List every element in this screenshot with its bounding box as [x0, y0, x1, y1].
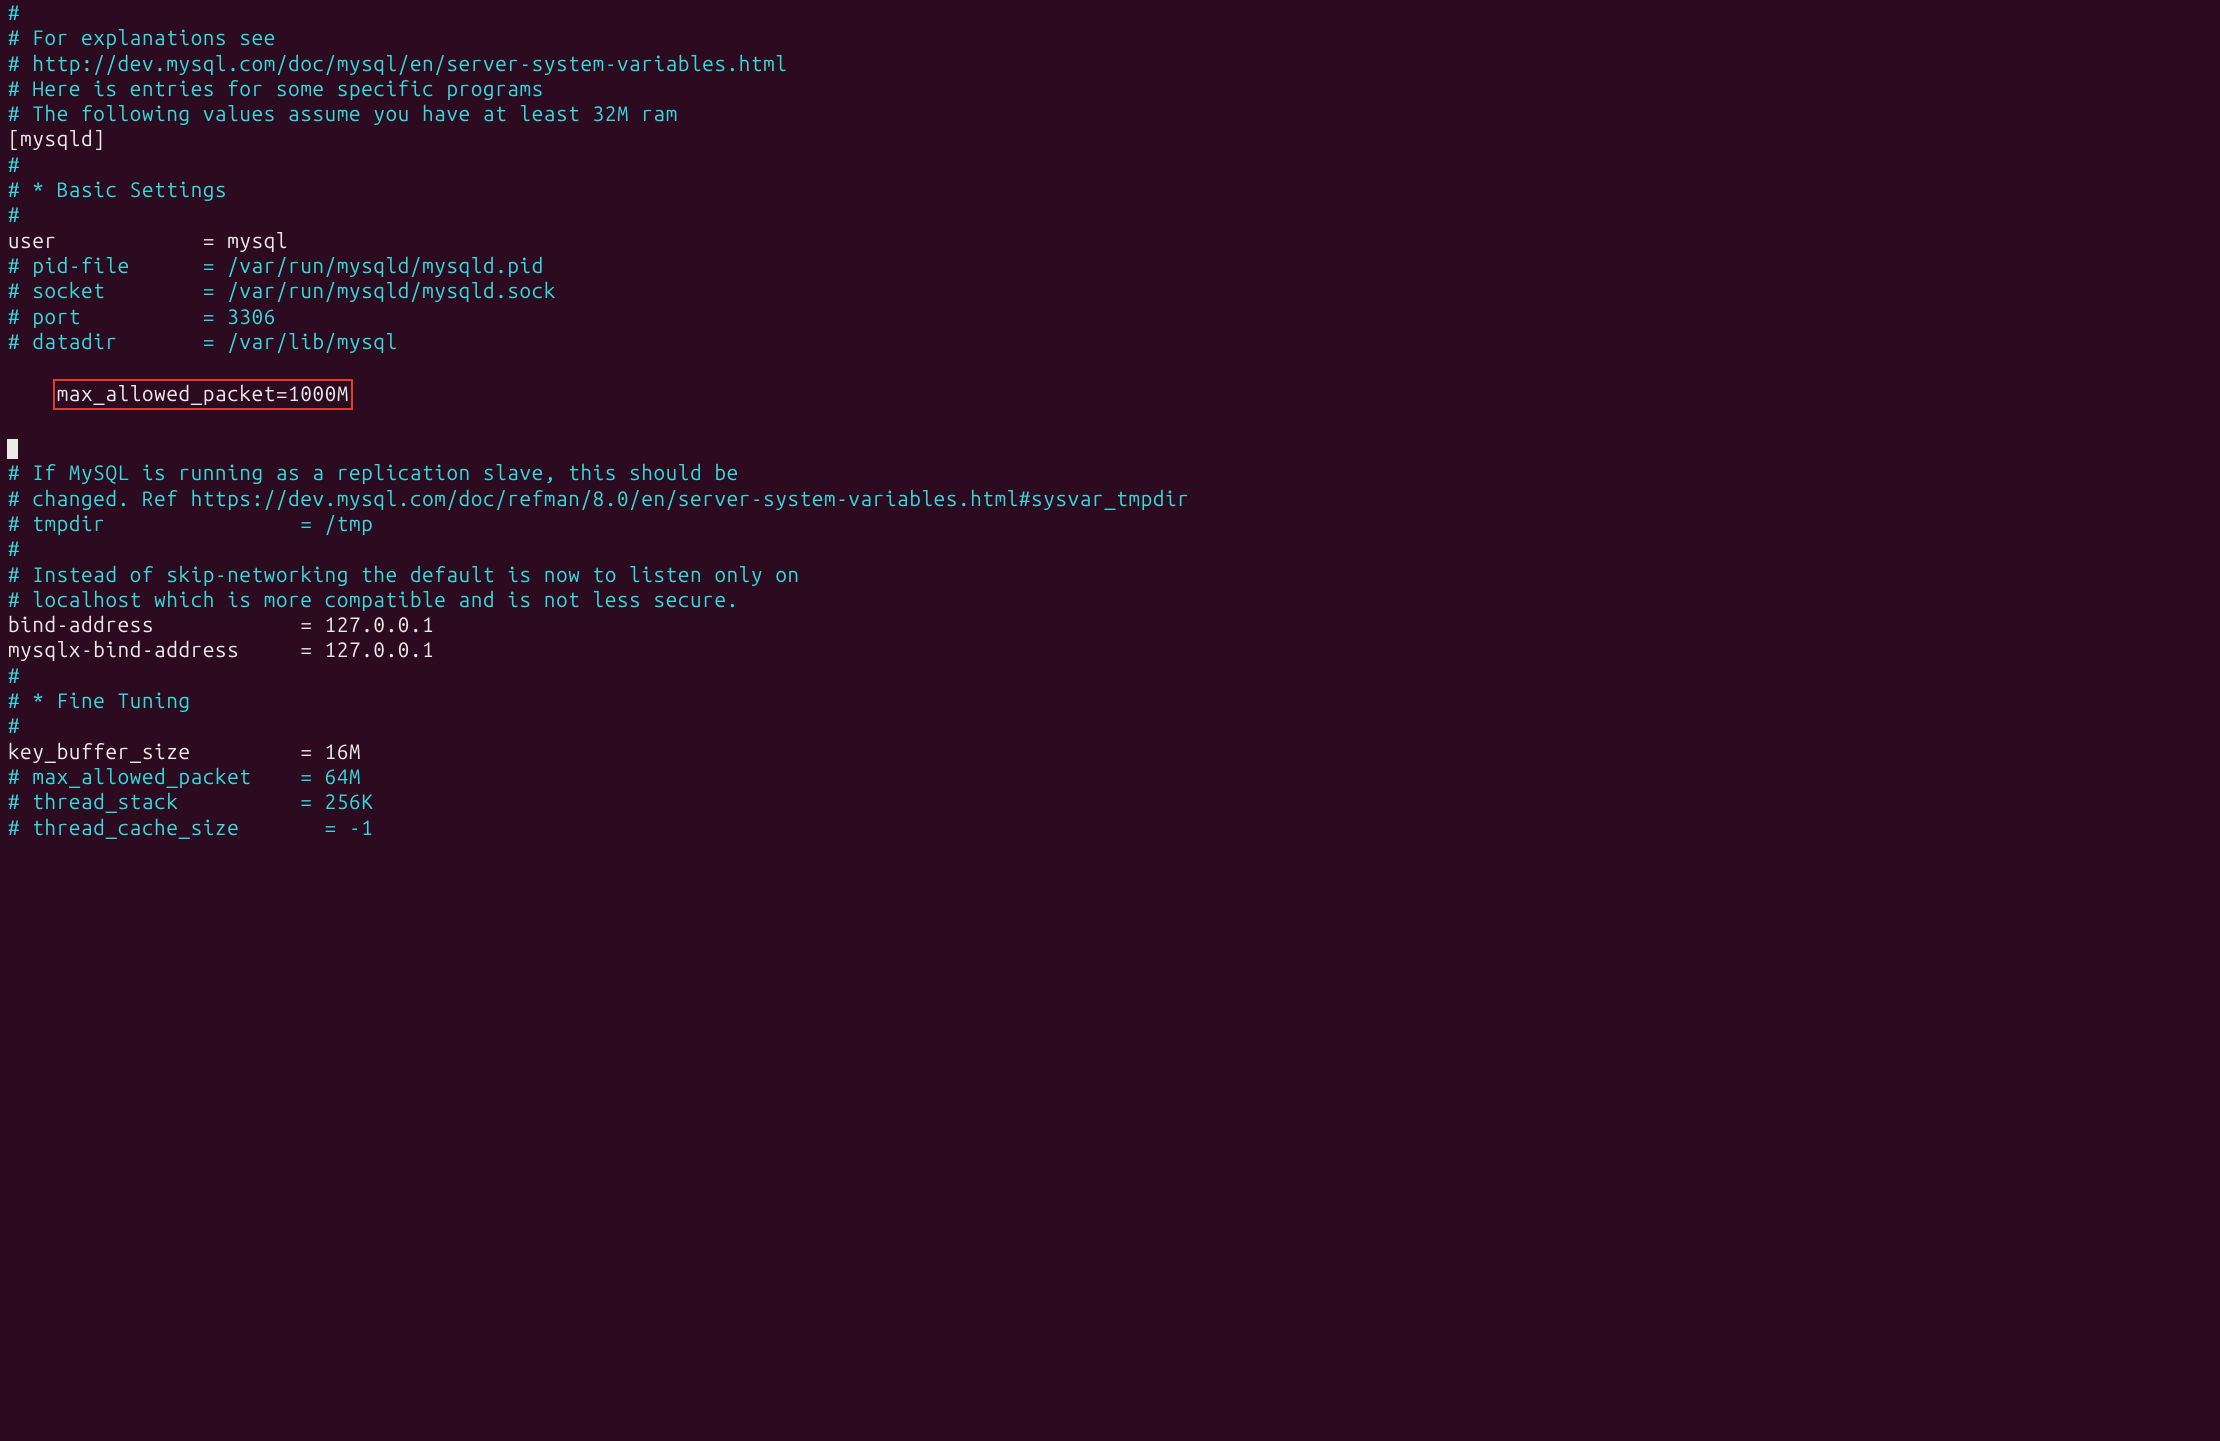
config-comment-line: # If MySQL is running as a replication s…: [8, 460, 2212, 485]
config-line-max-allowed-packet: # max_allowed_packet = 64M: [8, 764, 2212, 789]
section-header-mysqld: [mysqld]: [8, 126, 2212, 151]
config-comment-line: #: [8, 0, 2212, 25]
config-line-pidfile: # pid-file = /var/run/mysqld/mysqld.pid: [8, 253, 2212, 278]
config-line-socket: # socket = /var/run/mysqld/mysqld.sock: [8, 278, 2212, 303]
config-comment-line: #: [8, 536, 2212, 561]
config-comment-line: #: [8, 663, 2212, 688]
config-comment-line: # Instead of skip-networking the default…: [8, 562, 2212, 587]
config-comment-line: #: [8, 202, 2212, 227]
config-comment-line: # For explanations see: [8, 25, 2212, 50]
config-line-datadir: # datadir = /var/lib/mysql: [8, 329, 2212, 354]
config-comment-basic-settings: # * Basic Settings: [8, 177, 2212, 202]
config-line-thread-cache-size: # thread_cache_size = -1: [8, 815, 2212, 840]
config-comment-line: # The following values assume you have a…: [8, 101, 2212, 126]
highlighted-line-max-allowed-packet: max_allowed_packet=1000M: [8, 354, 2212, 435]
highlight-box: max_allowed_packet=1000M: [53, 379, 353, 409]
config-line-tmpdir: # tmpdir = /tmp: [8, 511, 2212, 536]
config-comment-line: # http://dev.mysql.com/doc/mysql/en/serv…: [8, 51, 2212, 76]
cursor-line[interactable]: [8, 435, 2212, 460]
text-cursor: [7, 439, 18, 459]
config-comment-line: # localhost which is more compatible and…: [8, 587, 2212, 612]
config-comment-fine-tuning: # * Fine Tuning: [8, 688, 2212, 713]
config-comment-line: #: [8, 713, 2212, 738]
text-editor-viewport[interactable]: # # For explanations see # http://dev.my…: [0, 0, 2212, 840]
config-comment-line: #: [8, 152, 2212, 177]
config-comment-line: # Here is entries for some specific prog…: [8, 76, 2212, 101]
config-line-key-buffer-size: key_buffer_size = 16M: [8, 739, 2212, 764]
config-line-bind-address: bind-address = 127.0.0.1: [8, 612, 2212, 637]
config-line-port: # port = 3306: [8, 304, 2212, 329]
config-line-thread-stack: # thread_stack = 256K: [8, 789, 2212, 814]
config-comment-line: # changed. Ref https://dev.mysql.com/doc…: [8, 486, 2212, 511]
config-line-user: user = mysql: [8, 228, 2212, 253]
config-line-mysqlx-bind-address: mysqlx-bind-address = 127.0.0.1: [8, 637, 2212, 662]
